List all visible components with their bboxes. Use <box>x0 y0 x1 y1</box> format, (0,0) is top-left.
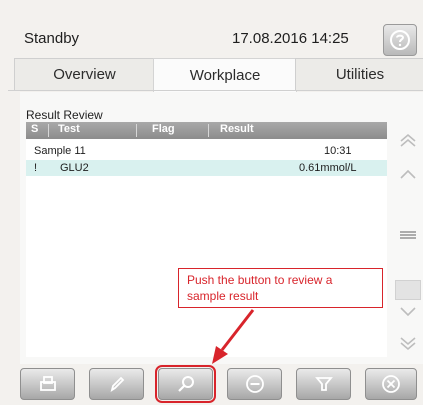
print-button[interactable] <box>20 368 75 400</box>
chevron-up-icon <box>399 169 416 179</box>
panel-title: Result Review <box>26 108 103 122</box>
column-header-result[interactable]: Result <box>220 123 254 135</box>
status-text: Standby <box>24 30 80 47</box>
tab-bar: Overview Workplace Utilities <box>8 58 423 92</box>
result-table: S Test Flag Result Sample 11 10:31 ! GLU… <box>26 122 387 357</box>
tab-utilities-label: Utilities <box>335 66 385 83</box>
tab-workplace-label: Workplace <box>189 67 261 84</box>
table-row[interactable]: ! GLU2 0.61mmol/L <box>26 160 387 176</box>
column-header-flag[interactable]: Flag <box>152 123 175 135</box>
status-bar: Standby 17.08.2016 14:25 <box>0 22 423 58</box>
bottom-toolbar <box>0 364 423 405</box>
double-chevron-down-icon <box>399 337 416 351</box>
scroll-top-button[interactable] <box>392 126 423 156</box>
minus-circle-icon <box>245 375 264 393</box>
cell-status: ! <box>34 162 38 174</box>
column-header-test[interactable]: Test <box>58 123 80 135</box>
table-header: S Test Flag Result <box>26 122 387 139</box>
list-icon <box>399 231 416 239</box>
cell-result: 0.61mmol/L <box>299 162 357 174</box>
pencil-icon <box>110 376 124 393</box>
scroll-down-button[interactable] <box>392 296 423 326</box>
help-button[interactable] <box>383 24 417 56</box>
filter-icon <box>314 377 333 391</box>
scroll-controls <box>392 120 423 360</box>
cell-test: Sample 11 <box>34 145 86 157</box>
list-view-button[interactable] <box>392 220 423 250</box>
column-separator <box>48 124 49 137</box>
cell-test: GLU2 <box>60 162 89 174</box>
tab-workplace[interactable]: Workplace <box>153 58 297 92</box>
tab-overview[interactable]: Overview <box>14 58 155 90</box>
double-chevron-up-icon <box>399 133 416 147</box>
print-icon <box>39 376 56 391</box>
table-row[interactable]: Sample 11 10:31 <box>26 143 387 159</box>
instruction-callout: Push the button to review a sample resul… <box>178 268 383 308</box>
chevron-down-icon <box>399 307 416 317</box>
scroll-up-button[interactable] <box>392 160 423 190</box>
column-header-s[interactable]: S <box>31 123 38 135</box>
edit-button[interactable] <box>89 368 144 400</box>
close-circle-icon <box>382 375 400 393</box>
close-button[interactable] <box>365 368 417 400</box>
tab-overview-label: Overview <box>53 66 116 83</box>
tab-divider <box>8 90 423 91</box>
magnifier-icon <box>177 376 194 392</box>
scroll-bottom-button[interactable] <box>392 328 423 358</box>
column-separator <box>208 124 209 137</box>
filter-button[interactable] <box>296 368 351 400</box>
date-time: 17.08.2016 14:25 <box>232 30 349 47</box>
column-separator <box>136 124 137 137</box>
tab-utilities[interactable]: Utilities <box>295 58 423 90</box>
analyzer-screen: Standby 17.08.2016 14:25 Overview Workpl… <box>0 0 423 405</box>
cell-result: 10:31 <box>324 145 352 157</box>
review-result-button[interactable] <box>155 365 216 403</box>
delete-button[interactable] <box>227 368 282 400</box>
help-icon <box>390 30 410 50</box>
